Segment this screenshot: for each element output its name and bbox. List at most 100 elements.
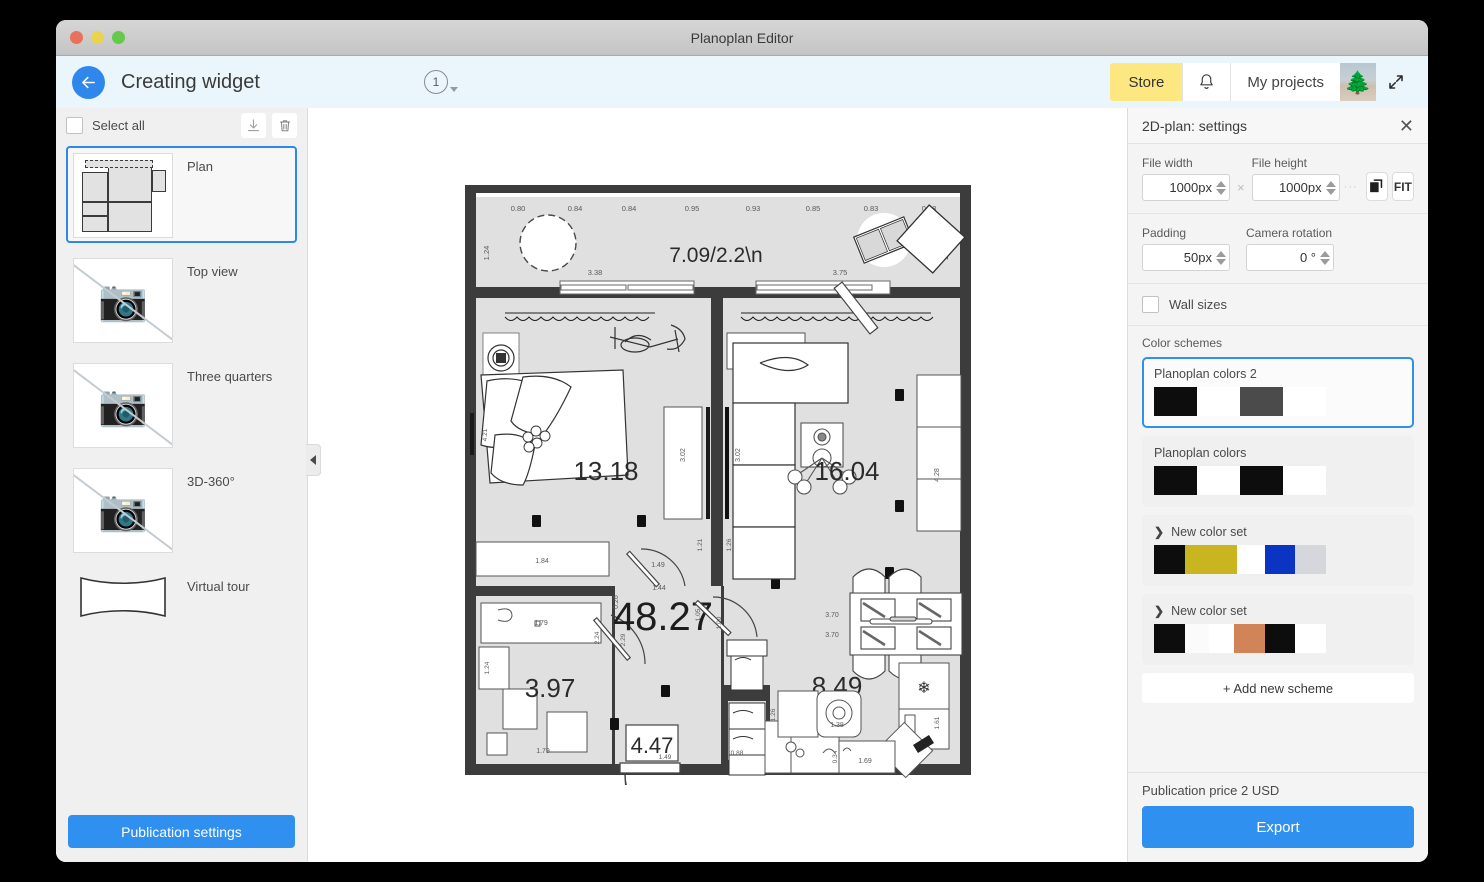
padding-field: Padding 50px (1142, 226, 1230, 271)
app-header: Creating widget 1 Store My projects 🌲 (56, 56, 1428, 108)
expand-button[interactable] (1376, 63, 1416, 101)
select-all-label: Select all (92, 117, 145, 133)
file-width-stepper[interactable] (1216, 180, 1226, 195)
export-section: Publication price 2 USD Export (1128, 772, 1428, 862)
page-selector[interactable]: 1 (423, 70, 458, 94)
header-actions: Store My projects 🌲 (1110, 63, 1416, 101)
stepper-up-icon[interactable] (1216, 180, 1226, 187)
stepper-up-icon[interactable] (1325, 180, 1336, 187)
padding-input[interactable]: 50px (1142, 244, 1230, 271)
back-button[interactable] (72, 65, 105, 99)
window-titlebar: Planoplan Editor (56, 20, 1428, 56)
views-list: Plan 📷 Top view 📷 Three quar (56, 142, 307, 805)
swatch (1240, 466, 1283, 495)
file-height-input[interactable]: 1000px (1251, 174, 1340, 201)
camera-rotation-stepper[interactable] (1320, 250, 1330, 265)
stepper-up-icon[interactable] (1216, 250, 1226, 257)
color-scheme-name-text: New color set (1171, 525, 1247, 539)
download-icon (247, 118, 260, 131)
swatch (1264, 624, 1296, 653)
file-height-stepper[interactable] (1325, 180, 1336, 195)
padding-rotation-section: Padding 50px Camera rotation 0 ° (1128, 214, 1428, 284)
dimension: 2.24 (594, 631, 601, 644)
top-view-thumbnail: 📷 (73, 258, 173, 343)
sidebar-item-label: Three quarters (187, 369, 273, 384)
delete-button[interactable] (272, 112, 297, 138)
file-height-value: 1000px (1278, 180, 1322, 195)
sidebar-item-plan[interactable]: Plan (66, 146, 297, 243)
stepper-down-icon[interactable] (1325, 188, 1336, 195)
panel-collapse-handle[interactable] (306, 444, 321, 476)
padding-label: Padding (1142, 226, 1187, 240)
stepper-down-icon[interactable] (1216, 188, 1226, 195)
color-scheme-swatches (1154, 466, 1326, 495)
sidebar-item-label: 3D-360° (187, 474, 235, 489)
color-scheme-item[interactable]: ❯ New color set (1142, 515, 1414, 586)
stepper-up-icon[interactable] (1320, 250, 1330, 257)
dimension: 1.49 (651, 562, 665, 569)
floor-plan[interactable]: 0.80 0.84 0.84 0.95 0.93 0.85 0.83 0.98 … (464, 185, 971, 785)
my-projects-button[interactable]: My projects (1230, 63, 1340, 101)
download-button[interactable] (241, 112, 266, 138)
dimension: 0.88 (730, 750, 743, 757)
publication-settings-button[interactable]: Publication settings (68, 815, 295, 848)
dimension: 1.26 (726, 538, 733, 551)
color-scheme-swatches (1154, 387, 1326, 416)
close-icon[interactable]: ✕ (1399, 117, 1414, 135)
right-panel-header: 2D-plan: settings ✕ (1128, 108, 1428, 144)
app-window: Planoplan Editor Creating widget 1 Store… (56, 20, 1428, 862)
wall-sizes-checkbox[interactable] (1142, 296, 1159, 313)
dimension: 1.79 (534, 620, 548, 627)
color-scheme-item[interactable]: ❯ New color set (1142, 594, 1414, 665)
dimension: 3.70 (825, 632, 839, 639)
balcony-label: 7.09/2.2\n (669, 244, 762, 267)
dimension: 3.70 (825, 612, 839, 619)
dimension: 3.02 (735, 448, 742, 462)
link-dimensions-button[interactable] (1365, 172, 1388, 201)
dimension: 1.38 (830, 722, 844, 729)
sidebar-item-three-quarters[interactable]: 📷 Three quarters (66, 356, 297, 453)
stepper-down-icon[interactable] (1320, 258, 1330, 265)
camera-rotation-input[interactable]: 0 ° (1246, 244, 1334, 271)
sidebar-item-top-view[interactable]: 📷 Top view (66, 251, 297, 348)
dimension: 1.49 (658, 754, 671, 761)
swatch (1295, 624, 1327, 653)
swatch (1283, 466, 1326, 495)
floor-plan-svg[interactable]: 0.80 0.84 0.84 0.95 0.93 0.85 0.83 0.98 … (464, 185, 971, 785)
room-area-bedroom: 13.18 (573, 456, 638, 486)
svg-text:0.84: 0.84 (567, 204, 582, 213)
chevron-left-icon (310, 455, 316, 465)
file-width-field: File width 1000px (1142, 156, 1230, 201)
fit-button[interactable]: FIT (1391, 172, 1414, 201)
swatch (1184, 624, 1210, 653)
sidebar-item-3d-360[interactable]: 📷 3D-360° (66, 461, 297, 558)
select-all-checkbox[interactable] (66, 116, 83, 134)
color-scheme-item[interactable]: Planoplan colors (1142, 436, 1414, 507)
stepper-down-icon[interactable] (1216, 258, 1226, 265)
swatch (1209, 624, 1234, 653)
panorama-icon (80, 576, 166, 618)
color-scheme-item[interactable]: Planoplan colors 2 (1142, 357, 1414, 428)
svg-text:0.84: 0.84 (621, 204, 636, 213)
swatch (1264, 545, 1296, 574)
chevron-right-icon[interactable]: ❯ (1154, 604, 1164, 618)
add-new-scheme-button[interactable]: + Add new scheme (1142, 673, 1414, 703)
left-panel-toolbar: Select all (56, 108, 307, 142)
avatar[interactable]: 🌲 (1340, 63, 1376, 101)
swatch (1197, 387, 1240, 416)
svg-text:0.95: 0.95 (684, 204, 699, 213)
sidebar-item-virtual-tour[interactable]: Virtual tour (66, 566, 297, 628)
notifications-button[interactable] (1182, 63, 1231, 101)
app-body: Select all Plan Top view Three quarters … (56, 108, 1428, 862)
color-scheme-name: Planoplan colors (1154, 446, 1247, 460)
swatch (1154, 466, 1197, 495)
store-button[interactable]: Store (1110, 63, 1183, 101)
padding-stepper[interactable] (1216, 250, 1226, 265)
dimension: 1.61 (934, 716, 941, 729)
chevron-right-icon[interactable]: ❯ (1154, 525, 1164, 539)
file-width-input[interactable]: 1000px (1142, 174, 1230, 201)
dimension: 1.26 (770, 708, 777, 721)
export-button[interactable]: Export (1142, 806, 1414, 848)
dimension: 1.00 (716, 616, 723, 629)
plan-canvas[interactable]: 0.80 0.84 0.84 0.95 0.93 0.85 0.83 0.98 … (308, 108, 1127, 862)
